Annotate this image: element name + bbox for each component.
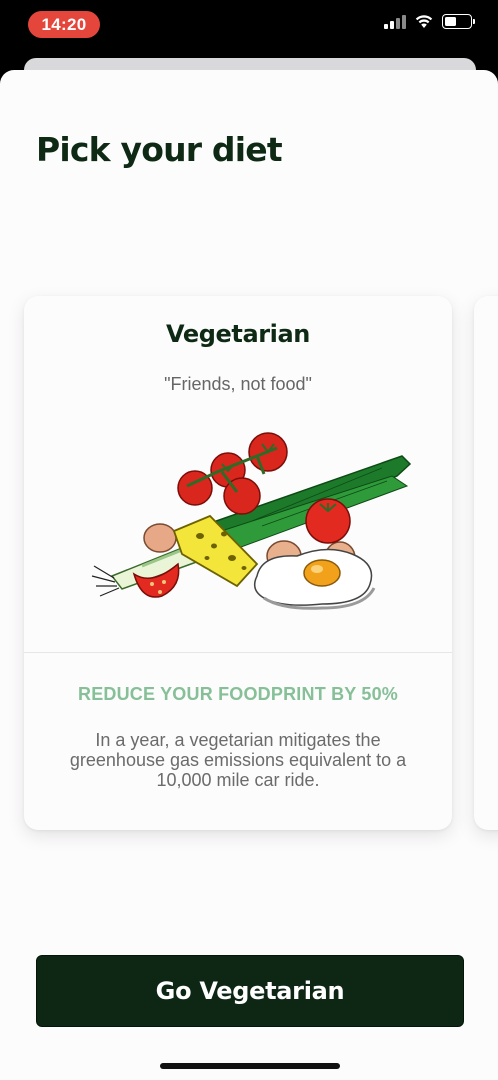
impact-headline: REDUCE YOUR FOODPRINT BY 50% (78, 684, 398, 704)
battery-icon (442, 14, 475, 29)
go-vegetarian-button[interactable]: Go Vegetarian (36, 955, 464, 1027)
diet-card-next-peek[interactable] (474, 296, 498, 830)
diet-picker-sheet: Pick your diet Vegetarian "Friends, not … (0, 70, 498, 1080)
card-divider (24, 652, 452, 653)
home-indicator[interactable] (160, 1063, 340, 1069)
app-screen: 14:20 Pick your diet Vegetarian "Friends… (0, 0, 498, 1080)
egg-left (143, 523, 177, 553)
page-title: Pick your diet (36, 130, 283, 169)
wifi-icon (415, 15, 433, 28)
battery-fill (445, 17, 456, 26)
status-icons (384, 14, 475, 29)
diet-card-title: Vegetarian (165, 320, 310, 348)
impact-description: In a year, a vegetarian mitigates the gr… (69, 730, 407, 790)
status-bar: 14:20 (0, 0, 498, 56)
diet-card-subtitle: "Friends, not food" (164, 374, 312, 394)
diet-card-vegetarian[interactable]: Vegetarian "Friends, not food" REDUCE YO… (24, 296, 452, 830)
status-time[interactable]: 14:20 (28, 11, 100, 38)
vegetables-eggs-cheese-illustration (91, 432, 412, 610)
fried-egg (253, 548, 376, 610)
cellular-signal-icon (384, 14, 406, 29)
